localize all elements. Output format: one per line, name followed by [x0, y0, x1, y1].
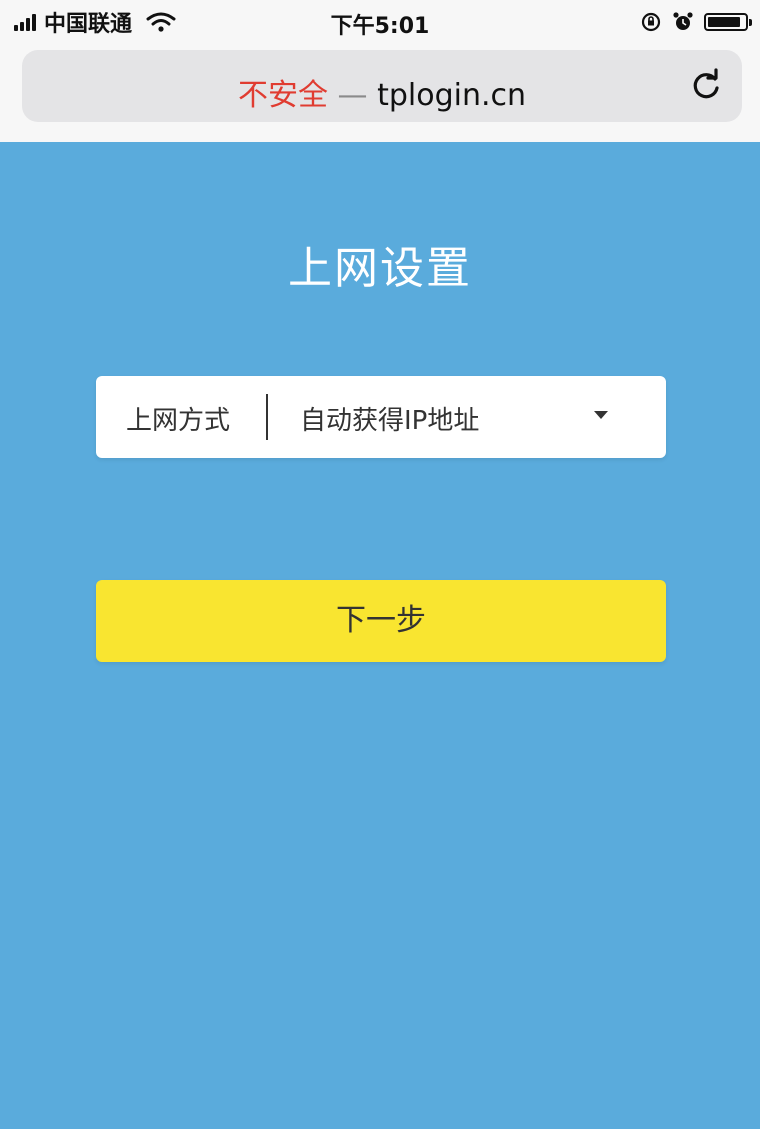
- url-separator: —: [337, 78, 368, 113]
- orientation-lock-icon: [641, 12, 661, 32]
- select-divider: [266, 394, 268, 440]
- address-bar[interactable]: 不安全 — tplogin.cn: [22, 50, 742, 122]
- reload-icon[interactable]: [688, 68, 724, 104]
- browser-bar: 不安全 — tplogin.cn: [0, 44, 760, 142]
- connection-type-select[interactable]: 上网方式 自动获得IP地址: [96, 376, 666, 458]
- status-bar-right: [640, 8, 752, 36]
- connection-type-label: 上网方式: [126, 406, 231, 436]
- battery-icon: [704, 13, 752, 31]
- url-domain: tplogin.cn: [377, 78, 527, 113]
- connection-type-value[interactable]: 自动获得IP地址: [300, 400, 479, 437]
- insecure-label: 不安全: [237, 78, 328, 113]
- status-bar: 中国联通 下午5:01: [0, 0, 760, 44]
- page-title: 上网设置: [288, 243, 472, 294]
- alarm-icon: [673, 12, 693, 30]
- url-text[interactable]: 不安全 — tplogin.cn: [22, 70, 742, 114]
- next-button[interactable]: 下一步: [96, 580, 666, 662]
- dropdown-arrow-icon[interactable]: [594, 411, 608, 419]
